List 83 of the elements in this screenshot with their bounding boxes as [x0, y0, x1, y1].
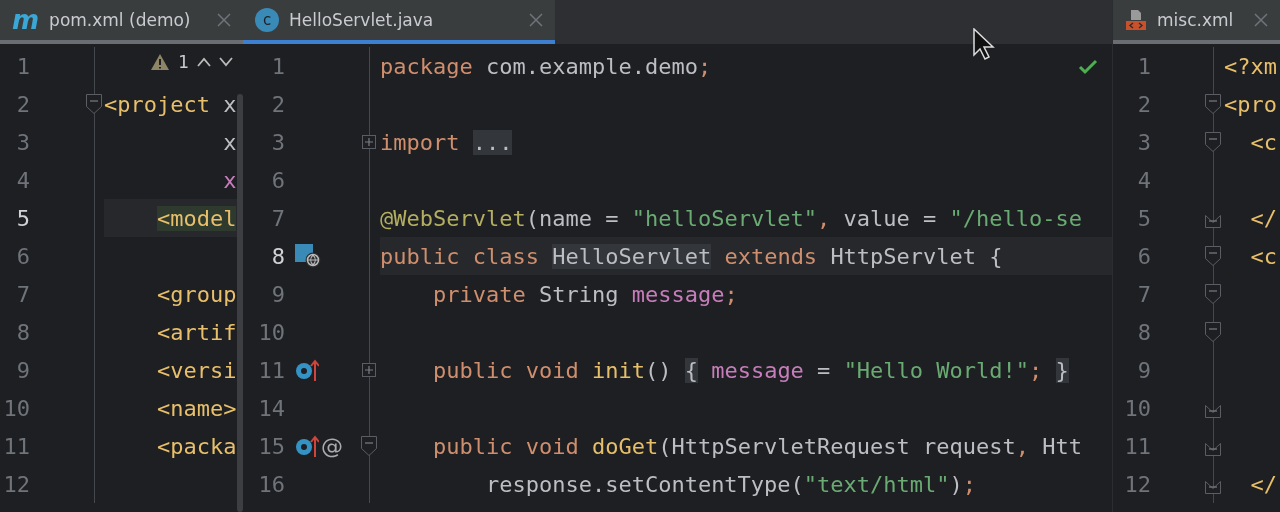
line-number: 2 [270, 91, 286, 117]
line-number: 7 [270, 205, 286, 231]
line-number: 8 [15, 319, 31, 345]
code-line: <c [1249, 243, 1277, 269]
editor-tab[interactable]: c HelloServlet.java [243, 0, 555, 44]
code-line: <pro [1224, 91, 1277, 117]
scrollbar[interactable] [237, 94, 243, 512]
code-line: private String message; [431, 281, 738, 307]
line-number: 12 [2, 471, 31, 497]
line-number: 8 [270, 243, 286, 269]
collapse-icon[interactable] [1205, 322, 1221, 342]
line-number: 5 [1136, 205, 1152, 231]
line-number: 2 [15, 91, 31, 117]
line-number: 1 [1136, 53, 1152, 79]
line-number: 6 [270, 167, 286, 193]
code-line: <versi [155, 357, 237, 383]
line-number: 9 [15, 357, 31, 383]
line-number: 7 [1136, 281, 1152, 307]
close-icon[interactable] [529, 13, 543, 27]
line-number: 15 [257, 433, 286, 459]
expand-icon[interactable] [362, 363, 376, 377]
collapse-icon[interactable] [1205, 246, 1221, 266]
code-line: public class HelloServlet extends HttpServlet { [380, 243, 1003, 269]
xml-file-icon [1125, 9, 1147, 31]
line-number: 3 [270, 129, 286, 155]
line-number: 3 [15, 129, 31, 155]
line-number: 1 [270, 53, 286, 79]
code-line: <name> [155, 395, 237, 421]
line-number: 12 [1123, 471, 1152, 497]
code-line: </ [1249, 471, 1277, 497]
line-number: 7 [15, 281, 31, 307]
line-number: 10 [2, 395, 31, 421]
servlet-icon[interactable] [295, 244, 321, 268]
collapse-icon[interactable] [86, 94, 102, 114]
warning-count[interactable]: 1 [178, 52, 189, 72]
collapse-icon[interactable] [1205, 284, 1221, 304]
code-line: <packa [155, 433, 237, 459]
code-line: </ [1249, 205, 1277, 231]
code-line: import ... [380, 129, 513, 155]
code-line: x [222, 129, 237, 155]
code-line: public void doGet(HttpServletRequest request, Htt [431, 433, 1083, 459]
line-number: 9 [1136, 357, 1152, 383]
class-icon: c [255, 8, 279, 32]
line-number: 10 [257, 319, 286, 345]
line-number: 6 [1136, 243, 1152, 269]
line-number: 14 [257, 395, 286, 421]
line-number: 2 [1136, 91, 1152, 117]
code-line: <c [1249, 129, 1277, 155]
expand-icon[interactable] [362, 135, 376, 149]
close-icon[interactable] [217, 13, 231, 27]
warning-icon[interactable] [150, 53, 171, 71]
editor-tab[interactable]: m pom.xml (demo) [0, 0, 243, 44]
collapse-icon[interactable] [1205, 94, 1221, 114]
maven-icon: m [12, 7, 40, 33]
line-number: 4 [1136, 167, 1152, 193]
code-line: @WebServlet(name = "helloServlet", value = "/hello-se [380, 205, 1083, 231]
collapse-icon[interactable] [1205, 132, 1221, 152]
code-line: <project x [104, 91, 237, 117]
code-line: x [222, 167, 237, 193]
code-line: public void init() { message = "Hello World!"; } [431, 357, 1069, 383]
line-number: 9 [270, 281, 286, 307]
line-number: 6 [15, 243, 31, 269]
line-number: 16 [257, 471, 286, 497]
collapse-icon[interactable] [361, 436, 377, 456]
line-number: 3 [1136, 129, 1152, 155]
line-number: 11 [1123, 433, 1152, 459]
code-line: <group [155, 281, 237, 307]
line-number: 11 [2, 433, 31, 459]
close-icon[interactable] [1254, 13, 1268, 27]
code-line: <?xm [1224, 53, 1277, 79]
line-number: 11 [257, 357, 286, 383]
line-number: 10 [1123, 395, 1152, 421]
code-line: package com.example.demo; [380, 53, 712, 79]
annotation-marker[interactable]: @ [321, 433, 343, 459]
line-number: 1 [15, 53, 31, 79]
override-icon[interactable] [295, 434, 319, 458]
line-number: 5 [15, 205, 31, 231]
line-number: 4 [15, 167, 31, 193]
line-number: 8 [1136, 319, 1152, 345]
code-line: response.setContentType("text/html"); [484, 471, 977, 497]
code-line: <artif [155, 319, 237, 345]
override-icon[interactable] [295, 358, 319, 382]
editor-tab[interactable]: misc.xml [1113, 0, 1280, 44]
